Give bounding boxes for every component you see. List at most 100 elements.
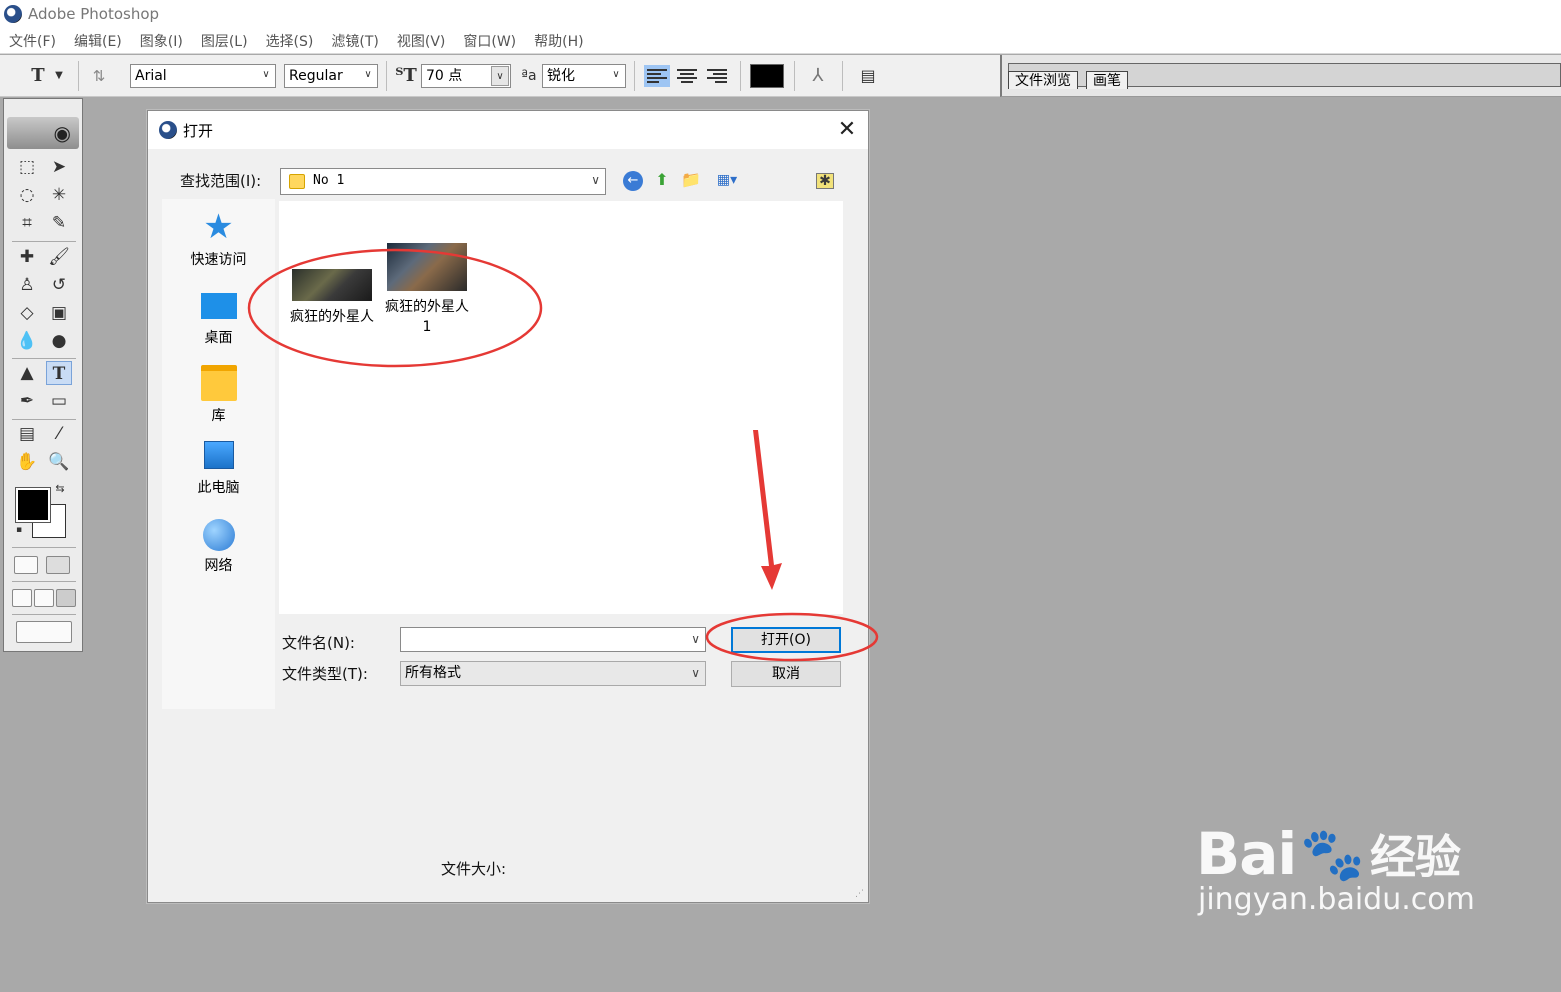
place-network[interactable]: 网络 xyxy=(162,519,275,575)
computer-icon xyxy=(203,441,234,469)
file-type-label: 文件类型(T): xyxy=(282,665,368,683)
swap-colors-icon[interactable]: ⇆ xyxy=(52,481,68,497)
quick-mask-button[interactable] xyxy=(46,556,70,574)
menu-layer[interactable]: 图层(L) xyxy=(192,31,257,51)
file-list[interactable]: 疯狂的外星人 疯狂的外星人 1 xyxy=(279,201,843,614)
file-name-input[interactable]: ∨ xyxy=(400,627,706,652)
antialias-value: 锐化 xyxy=(547,68,575,84)
place-label: 此电脑 xyxy=(197,480,240,496)
palette-well xyxy=(1000,55,1561,97)
file-item[interactable]: 疯狂的外星人 xyxy=(290,257,374,327)
view-menu-icon[interactable]: ▦▾ xyxy=(710,169,744,191)
cancel-button[interactable]: 取消 xyxy=(731,661,841,687)
place-libraries[interactable]: 库 xyxy=(162,365,275,425)
place-label: 库 xyxy=(211,408,226,424)
lasso-tool-icon[interactable]: ◌ xyxy=(14,183,40,207)
resize-grip-icon[interactable]: ⋰ xyxy=(855,889,864,899)
file-item[interactable]: 疯狂的外星人 1 xyxy=(385,243,469,337)
tab-brushes[interactable]: 画笔 xyxy=(1086,71,1128,89)
look-in-select[interactable]: No 1 ∨ xyxy=(280,168,606,195)
align-center-button[interactable] xyxy=(674,65,700,87)
text-color-swatch[interactable] xyxy=(750,64,784,88)
eraser-tool-icon[interactable]: ◇ xyxy=(14,301,40,325)
place-quick-access[interactable]: ★ 快速访问 xyxy=(162,209,275,269)
history-brush-icon[interactable]: ↺ xyxy=(46,273,72,297)
palettes-toggle-icon[interactable]: ▤ xyxy=(856,65,880,87)
place-this-pc[interactable]: 此电脑 xyxy=(162,441,275,497)
desktop-icon xyxy=(200,293,237,319)
favorites-folder-icon[interactable]: ✱ xyxy=(816,173,834,189)
default-colors-icon[interactable]: ▪ xyxy=(12,523,26,537)
gradient-tool-icon[interactable]: ▣ xyxy=(46,301,72,325)
chevron-down-icon: ∨ xyxy=(691,632,700,646)
chevron-down-icon: ∨ xyxy=(364,69,372,80)
menu-image[interactable]: 图象(I) xyxy=(131,31,192,51)
hand-tool-icon[interactable]: ✋ xyxy=(14,450,40,474)
baidu-watermark: Bai 🐾 经验 jingyan.baidu.com xyxy=(1196,820,1475,917)
marquee-tool-icon[interactable]: ⬚ xyxy=(14,155,40,179)
shape-tool-icon[interactable]: ▭ xyxy=(46,389,72,413)
menu-edit[interactable]: 编辑(E) xyxy=(65,31,131,51)
menu-filter[interactable]: 滤镜(T) xyxy=(322,31,387,51)
font-style-select[interactable]: Regular ∨ xyxy=(284,64,378,88)
path-selection-icon[interactable]: ▲ xyxy=(14,361,40,385)
slice-tool-icon[interactable]: ✎ xyxy=(46,211,72,235)
foreground-color-swatch[interactable] xyxy=(15,487,51,523)
standard-mode-button[interactable] xyxy=(14,556,38,574)
place-desktop[interactable]: 桌面 xyxy=(162,287,275,347)
brush-tool-icon[interactable]: 🖌 xyxy=(46,245,72,269)
chevron-down-icon: ∨ xyxy=(262,69,270,80)
clone-stamp-icon[interactable]: ♙ xyxy=(14,273,40,297)
font-family-select[interactable]: Arial ∨ xyxy=(130,64,276,88)
menu-select[interactable]: 选择(S) xyxy=(257,31,323,51)
dialog-titlebar: 打开 xyxy=(148,111,868,149)
menu-view[interactable]: 视图(V) xyxy=(388,31,455,51)
healing-brush-icon[interactable]: ✚ xyxy=(14,245,40,269)
move-tool-icon[interactable]: ➤ xyxy=(46,155,72,179)
open-button[interactable]: 打开(O) xyxy=(731,627,841,653)
up-folder-icon[interactable]: ⬆ xyxy=(651,169,673,191)
folder-icon xyxy=(289,174,305,189)
toolbox-header-eye-icon[interactable]: ◉ xyxy=(7,117,79,149)
antialias-select[interactable]: 锐化 ∨ xyxy=(542,64,626,88)
chevron-down-icon: ∨ xyxy=(691,666,700,680)
place-label: 网络 xyxy=(204,558,233,574)
vertical-text-orientation-icon[interactable]: ⇅ xyxy=(88,65,110,87)
file-thumbnail xyxy=(387,243,467,291)
look-in-label: 查找范围(I): xyxy=(180,172,262,190)
menu-file[interactable]: 文件(F) xyxy=(0,31,65,51)
warp-text-icon[interactable]: ⅄ xyxy=(806,65,830,87)
notes-tool-icon[interactable]: ▤ xyxy=(14,422,40,446)
options-bar: T ▼ ⇅ Arial ∨ Regular ∨ ᵀT 70 点 ∨ ªa 锐化 … xyxy=(0,55,1000,97)
font-family-value: Arial xyxy=(135,68,167,84)
menu-window[interactable]: 窗口(W) xyxy=(454,31,525,51)
tab-file-browser[interactable]: 文件浏览 xyxy=(1008,71,1078,89)
pen-tool-icon[interactable]: ✒ xyxy=(14,389,40,413)
zoom-tool-icon[interactable]: 🔍 xyxy=(46,450,72,474)
align-left-button[interactable] xyxy=(644,65,670,87)
font-style-value: Regular xyxy=(289,68,343,84)
menu-help[interactable]: 帮助(H) xyxy=(525,31,592,51)
screen-mode-full-menu-icon[interactable] xyxy=(34,589,54,607)
new-folder-icon[interactable]: 📁 xyxy=(680,169,702,191)
eyedropper-icon[interactable]: ⁄ xyxy=(46,422,72,446)
type-tool-preset-icon[interactable]: T xyxy=(26,65,50,87)
type-tool-icon[interactable]: T xyxy=(46,361,72,385)
app-title: Adobe Photoshop xyxy=(28,5,160,23)
dodge-tool-icon[interactable]: ● xyxy=(46,329,72,353)
screen-mode-full-icon[interactable] xyxy=(56,589,76,607)
watermark-brand: Bai xyxy=(1196,820,1297,888)
font-size-select[interactable]: 70 点 ∨ xyxy=(421,64,511,88)
look-in-value: No 1 xyxy=(313,173,345,188)
crop-tool-icon[interactable]: ⌗ xyxy=(14,211,40,235)
screen-mode-standard-icon[interactable] xyxy=(12,589,32,607)
blur-tool-icon[interactable]: 💧 xyxy=(14,329,40,353)
preset-dropdown-icon[interactable]: ▼ xyxy=(52,65,66,87)
align-right-button[interactable] xyxy=(704,65,730,87)
close-button[interactable]: ✕ xyxy=(834,117,860,143)
file-type-select[interactable]: 所有格式 ∨ xyxy=(400,661,706,686)
jump-to-imageready-icon[interactable] xyxy=(16,621,72,643)
magic-wand-icon[interactable]: ✳ xyxy=(46,183,72,207)
globe-icon xyxy=(202,519,235,551)
back-arrow-icon[interactable]: ← xyxy=(623,171,643,191)
